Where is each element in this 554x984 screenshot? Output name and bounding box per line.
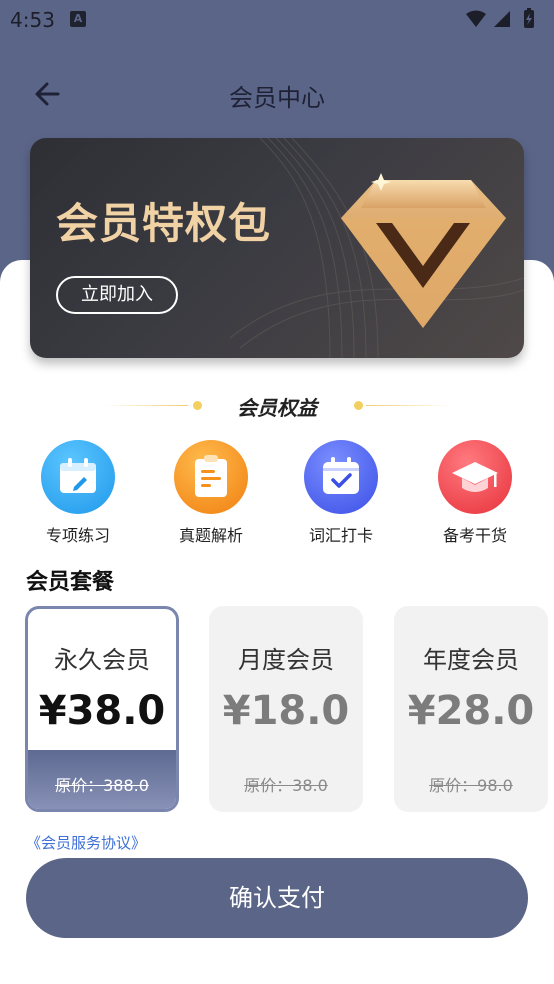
- page-title: 会员中心: [229, 84, 325, 112]
- plan-price: ¥28.0: [407, 688, 535, 734]
- benefits-header: 会员权益: [0, 390, 554, 420]
- dot-right: [354, 401, 363, 410]
- benefit-item[interactable]: 词汇打卡: [286, 440, 396, 546]
- benefit-label: 词汇打卡: [308, 526, 373, 545]
- plans-title: 会员套餐: [26, 570, 115, 595]
- plan-original-price: 原价：98.0: [394, 772, 548, 796]
- plan-price: ¥38.0: [38, 688, 166, 734]
- vip-card-title: 会员特权包: [56, 199, 272, 248]
- plan-card-monthly[interactable]: 月度会员 ¥18.0 原价：38.0: [209, 606, 363, 812]
- confirm-pay-button[interactable]: 确认支付: [26, 858, 528, 938]
- status-icons: [464, 8, 544, 34]
- calendar-check-icon: [304, 440, 378, 514]
- vip-card[interactable]: 会员特权包 立即加入: [30, 138, 524, 358]
- calendar-edit-icon: [41, 440, 115, 514]
- plan-original-price: 原价：38.0: [209, 772, 363, 796]
- join-now-button[interactable]: 立即加入: [56, 276, 178, 314]
- plan-name: 月度会员: [238, 646, 334, 674]
- benefit-item[interactable]: 专项练习: [23, 440, 133, 546]
- clipboard-icon: [174, 440, 248, 514]
- diamond-icon: [341, 173, 506, 328]
- graduation-cap-icon: [438, 440, 512, 514]
- benefit-item[interactable]: 真题解析: [156, 440, 266, 546]
- plan-name: 年度会员: [423, 646, 519, 674]
- plan-card-yearly[interactable]: 年度会员 ¥28.0 原价：98.0: [394, 606, 548, 812]
- plan-original-price-text: 原价：98.0: [429, 776, 513, 795]
- status-bar: 4:53 A: [0, 0, 554, 38]
- status-time: 4:53: [10, 8, 55, 32]
- benefit-item[interactable]: 备考干货: [420, 440, 530, 546]
- benefit-label: 真题解析: [178, 526, 243, 545]
- benefit-label: 专项练习: [45, 526, 110, 545]
- service-agreement-link[interactable]: 《会员服务协议》: [26, 832, 146, 853]
- benefits-title: 会员权益: [237, 396, 317, 420]
- plan-original-price-text: 原价：388.0: [55, 776, 149, 795]
- plan-card-permanent[interactable]: 永久会员 ¥38.0 原价：388.0: [25, 606, 179, 812]
- benefit-label: 备考干货: [442, 526, 507, 545]
- plan-original-price: 原价：388.0: [28, 772, 176, 796]
- plan-original-price-text: 原价：38.0: [244, 776, 328, 795]
- plan-name: 永久会员: [54, 646, 150, 674]
- signal-battery-icon: [466, 8, 534, 28]
- plan-price: ¥18.0: [222, 688, 350, 734]
- divider-right: [366, 405, 450, 406]
- notification-icon: A: [70, 11, 86, 27]
